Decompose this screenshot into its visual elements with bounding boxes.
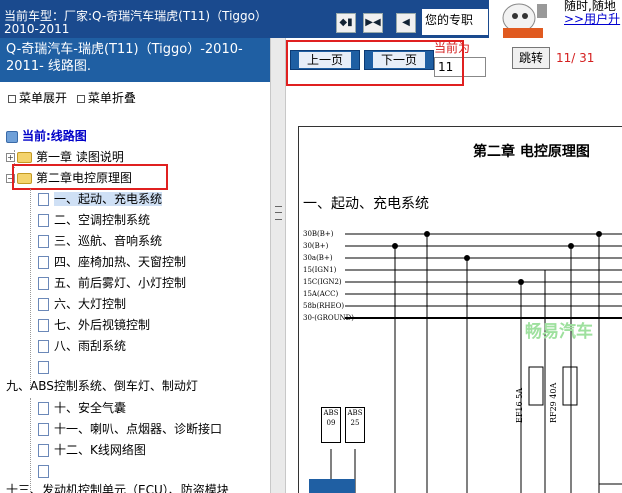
current-vehicle-line2: 2010-2011 xyxy=(4,22,70,36)
tree-item-page[interactable]: 一、起动、充电系统 xyxy=(38,189,163,209)
right-panel: 上一页 下一页 当前为 11 跳转 11/ 31 第二章 电控原理图 一、起动、… xyxy=(286,38,622,493)
page-count: 11/ 31 xyxy=(556,51,595,65)
ad-banner: 随时,随地 >>用户升 xyxy=(560,0,622,38)
folder-icon xyxy=(17,152,32,163)
app-window: 当前车型：厂家:Q-奇瑞汽车瑞虎(T11)（Tiggo） 2010-2011 ◆… xyxy=(0,0,622,493)
tree-item-page[interactable]: 十、安全气囊 xyxy=(38,398,126,418)
page-icon xyxy=(38,340,49,353)
page-icon xyxy=(38,361,49,374)
watermark-text: 畅易汽车 xyxy=(525,322,593,342)
tree-item-page[interactable]: 八、雨刮系统 xyxy=(38,336,126,356)
page-icon xyxy=(38,193,49,206)
tree-item-label: 十三、发动机控制单元（ECU）、防盗模块 xyxy=(6,483,229,493)
page-icon xyxy=(38,465,49,478)
tree-item-label: 六、大灯控制 xyxy=(54,297,127,311)
tree-item-label: 十、安全气囊 xyxy=(54,401,127,415)
abs-connector: ABS 25 xyxy=(345,407,365,443)
expand-icon xyxy=(8,94,16,103)
tree-item-page[interactable]: 二、空调控制系统 xyxy=(38,210,150,230)
tree-item-page[interactable]: 五、前后雾灯、小灯控制 xyxy=(38,273,186,293)
tree-item-page[interactable]: 六、大灯控制 xyxy=(38,294,126,314)
pager-highlight-box xyxy=(286,40,464,86)
tree-item-page[interactable] xyxy=(38,461,54,481)
nav-back-button[interactable]: ◀ xyxy=(396,13,416,33)
nav-middle-button[interactable]: ▶◀ xyxy=(363,13,383,33)
mascot-logo xyxy=(489,0,563,38)
tree-root[interactable]: 当前:线路图 xyxy=(6,126,87,146)
tree-item-page[interactable]: 十一、喇叭、点烟器、诊断接口 xyxy=(38,419,222,439)
tree-root-label: 当前:线路图 xyxy=(22,129,87,143)
page-icon xyxy=(38,402,49,415)
fuse-label: EF16 5A xyxy=(515,388,524,423)
tree-item-label: 十二、K线网络图 xyxy=(54,443,146,457)
tree-item-text[interactable]: 十三、发动机控制单元（ECU）、防盗模块 xyxy=(6,480,229,493)
collapse-menu-button[interactable]: 菜单折叠 xyxy=(76,91,136,105)
tree-item-label: 三、巡航、音响系统 xyxy=(54,234,163,248)
panel-splitter[interactable] xyxy=(270,38,286,493)
tree-guide-line xyxy=(30,398,31,493)
fuse-label: RF29 40A xyxy=(549,382,558,423)
pager-bar: 上一页 下一页 当前为 11 跳转 11/ 31 xyxy=(286,38,622,118)
tree-item-page[interactable]: 十二、K线网络图 xyxy=(38,440,146,460)
tree-item-label: 八、雨刮系统 xyxy=(54,339,127,353)
page-icon xyxy=(38,235,49,248)
tree-item-label: 二、空调控制系统 xyxy=(54,213,151,227)
left-panel: Q-奇瑞汽车-瑞虎(T11)（Tiggo）-2010-2011- 线路图. 菜单… xyxy=(0,38,270,493)
chapter-highlight-box xyxy=(12,164,168,190)
abs-connector: ABS 09 xyxy=(321,407,341,443)
tree-item-page[interactable]: 四、座椅加热、天窗控制 xyxy=(38,252,186,272)
tree-item-label: 四、座椅加热、天窗控制 xyxy=(54,255,187,269)
page-icon xyxy=(38,423,49,436)
welcome-text: 您的专职 xyxy=(422,9,488,35)
page-icon xyxy=(38,298,49,311)
tree-item-label: 第一章 读图说明 xyxy=(36,150,124,164)
tree-item-page[interactable] xyxy=(38,357,54,377)
tree-item-text[interactable]: 九、ABS控制系统、倒车灯、制动灯 xyxy=(6,376,198,396)
tree-item-label: 五、前后雾灯、小灯控制 xyxy=(54,276,187,290)
wiring-root-icon xyxy=(6,130,18,143)
tree-guide-line xyxy=(30,189,31,389)
expand-menu-button[interactable]: 菜单展开 xyxy=(8,91,67,105)
page-icon xyxy=(38,277,49,290)
collapse-icon xyxy=(76,94,85,103)
tree-item-label: 十一、喇叭、点烟器、诊断接口 xyxy=(54,422,223,436)
current-vehicle: 当前车型：厂家:Q-奇瑞汽车瑞虎(T11)（Tiggo） 2010-2011 xyxy=(4,10,334,38)
jump-button[interactable]: 跳转 xyxy=(512,47,550,69)
tree-item-label: 九、ABS控制系统、倒车灯、制动灯 xyxy=(6,379,198,393)
page-icon xyxy=(38,256,49,269)
model-subtitle: Q-奇瑞汽车-瑞虎(T11)（Tiggo）-2010-2011- 线路图. xyxy=(0,38,270,82)
grip-icon xyxy=(275,206,282,220)
top-bar: 当前车型：厂家:Q-奇瑞汽车瑞虎(T11)（Tiggo） 2010-2011 ◆… xyxy=(0,0,622,38)
page-icon xyxy=(38,444,49,457)
nav-first-button[interactable]: ◆▮ xyxy=(336,13,356,33)
page-icon xyxy=(38,319,49,332)
tree-item-label: 七、外后视镜控制 xyxy=(54,318,151,332)
page-icon xyxy=(38,214,49,227)
upgrade-link[interactable]: >>用户升 xyxy=(564,13,622,26)
wiring-diagram: 第二章 电控原理图 一、起动、充电系统 30B(B+) 30(B+) 30a(B… xyxy=(298,126,622,493)
tree-item-page[interactable]: 七、外后视镜控制 xyxy=(38,315,150,335)
tree-item-page[interactable]: 三、巡航、音响系统 xyxy=(38,231,162,251)
tree-item-label-selected: 一、起动、充电系统 xyxy=(54,192,163,206)
expand-toggle-icon[interactable]: + xyxy=(6,153,15,162)
expand-menu-label: 菜单展开 xyxy=(19,91,68,105)
menu-controls: 菜单展开 菜单折叠 xyxy=(8,89,142,106)
collapse-menu-label: 菜单折叠 xyxy=(87,91,136,105)
